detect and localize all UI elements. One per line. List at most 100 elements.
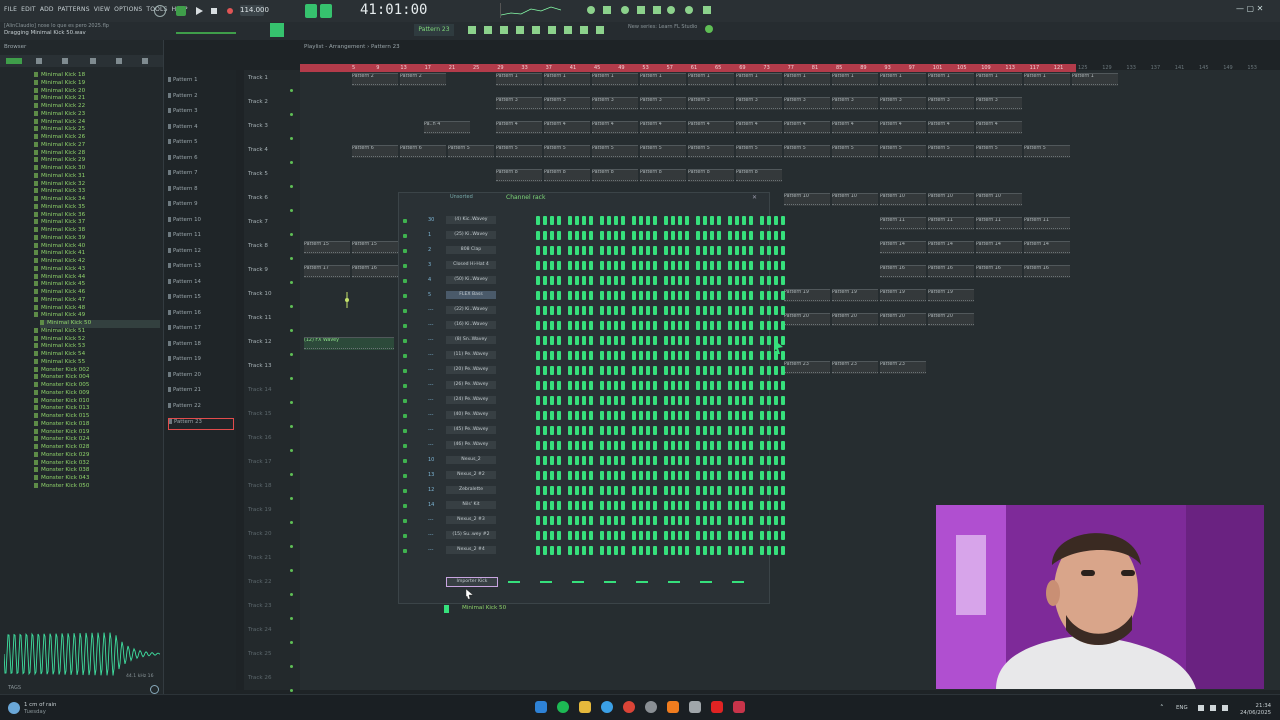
pattern-item[interactable]: Pattern 7 <box>168 170 232 180</box>
mixer-track-number[interactable]: 14 <box>428 502 434 508</box>
channel-name[interactable]: Nexus_2 #2 <box>446 471 496 479</box>
step-button[interactable] <box>760 276 764 285</box>
channel-led[interactable] <box>403 429 407 433</box>
step-button[interactable] <box>632 261 636 270</box>
window-controls[interactable]: — ▢ ✕ <box>1236 4 1276 16</box>
playlist-clip[interactable]: Pattern 20 <box>784 313 830 326</box>
channel-name[interactable]: (22) Ki..Wavey <box>446 306 496 314</box>
step-button[interactable] <box>735 216 739 225</box>
step-button[interactable] <box>760 441 764 450</box>
pattern-item[interactable]: Pattern 16 <box>168 310 232 320</box>
step-button[interactable] <box>589 411 593 420</box>
step-button[interactable] <box>575 321 579 330</box>
step-button[interactable] <box>728 306 732 315</box>
step-button[interactable] <box>589 246 593 255</box>
playlist-clip[interactable]: Pattern 5 <box>976 145 1022 158</box>
step-button[interactable] <box>600 246 604 255</box>
step-button[interactable] <box>646 336 650 345</box>
step-button[interactable] <box>568 531 572 540</box>
step-button[interactable] <box>600 546 604 555</box>
step-button[interactable] <box>696 501 700 510</box>
playlist-clip[interactable]: Pattern 1 <box>928 73 974 86</box>
step-button[interactable] <box>568 381 572 390</box>
step-button[interactable] <box>582 546 586 555</box>
step-button[interactable] <box>749 486 753 495</box>
step-button[interactable] <box>607 426 611 435</box>
playlist-clip[interactable]: Pattern 1 <box>688 73 734 86</box>
playlist-clip[interactable]: Pattern 23 <box>832 361 878 374</box>
step-button[interactable] <box>621 291 625 300</box>
track-label[interactable]: Track 12 <box>248 339 272 345</box>
step-button[interactable] <box>671 501 675 510</box>
step-button[interactable] <box>621 501 625 510</box>
step-button[interactable] <box>781 381 785 390</box>
playlist-clip[interactable]: Pattern 5 <box>832 145 878 158</box>
channel-led[interactable] <box>403 279 407 283</box>
step-button[interactable] <box>664 231 668 240</box>
playlist-clip[interactable]: Pattern 4 <box>496 121 542 134</box>
step-button[interactable] <box>568 471 572 480</box>
step-button[interactable] <box>728 381 732 390</box>
record-icon[interactable] <box>225 6 235 16</box>
playlist-clip[interactable]: Pattern 1 <box>976 73 1022 86</box>
mixer-track-number[interactable]: 30 <box>428 217 434 223</box>
step-button[interactable] <box>639 381 643 390</box>
step-button[interactable] <box>621 216 625 225</box>
step-button[interactable] <box>735 231 739 240</box>
step-button[interactable] <box>685 516 689 525</box>
playlist-clip[interactable]: Pattern 3 <box>784 97 830 110</box>
step-button[interactable] <box>696 291 700 300</box>
step-button[interactable] <box>575 276 579 285</box>
step-button[interactable] <box>536 516 540 525</box>
step-button[interactable] <box>742 246 746 255</box>
step-button[interactable] <box>550 321 554 330</box>
step-button[interactable] <box>550 276 554 285</box>
channel-led[interactable] <box>403 369 407 373</box>
step-button[interactable] <box>621 471 625 480</box>
pattern-item[interactable]: Pattern 1 <box>168 77 232 87</box>
step-button[interactable] <box>557 276 561 285</box>
step-button[interactable] <box>600 366 604 375</box>
step-button[interactable] <box>703 231 707 240</box>
step-button[interactable] <box>607 351 611 360</box>
step-button[interactable] <box>550 231 554 240</box>
track-mute-led[interactable] <box>290 593 293 596</box>
step-button[interactable] <box>639 546 643 555</box>
step-button[interactable] <box>678 441 682 450</box>
step-button[interactable] <box>710 486 714 495</box>
step-button[interactable] <box>621 231 625 240</box>
step-button[interactable] <box>568 276 572 285</box>
step-button[interactable] <box>557 231 561 240</box>
mixer-track-number[interactable]: --- <box>428 382 433 388</box>
mixer-track-number[interactable]: 4 <box>428 277 431 283</box>
step-button[interactable] <box>760 381 764 390</box>
step-button[interactable] <box>774 276 778 285</box>
channel-led[interactable] <box>403 309 407 313</box>
step-button[interactable] <box>621 321 625 330</box>
fl-studio-icon[interactable] <box>667 701 679 713</box>
step-button[interactable] <box>614 411 618 420</box>
step-button[interactable] <box>568 501 572 510</box>
playlist-clip[interactable]: Pattern 11 <box>1024 217 1070 230</box>
step-button[interactable] <box>703 396 707 405</box>
channel-name[interactable]: FLEX Bass <box>446 291 496 299</box>
step-button[interactable] <box>550 396 554 405</box>
track-mute-led[interactable] <box>290 257 293 260</box>
playlist-clip[interactable]: Pattern 16 <box>1024 265 1070 278</box>
step-button[interactable] <box>632 501 636 510</box>
mixer-track-number[interactable]: 1 <box>428 232 431 238</box>
step-button[interactable] <box>685 291 689 300</box>
playlist-clip[interactable]: Pattern 23 <box>880 361 926 374</box>
step-button[interactable] <box>767 411 771 420</box>
step-button[interactable] <box>703 381 707 390</box>
step-button[interactable] <box>589 351 593 360</box>
playlist-clip[interactable]: Pattern 1 <box>496 73 542 86</box>
step-button[interactable] <box>703 336 707 345</box>
step-button[interactable] <box>664 411 668 420</box>
step-button[interactable] <box>742 516 746 525</box>
playlist-clip[interactable]: Pattern 4 <box>688 121 734 134</box>
step-button[interactable] <box>568 351 572 360</box>
playlist-clip[interactable]: Pattern 3 <box>592 97 638 110</box>
step-button[interactable] <box>728 471 732 480</box>
step-button[interactable] <box>781 441 785 450</box>
